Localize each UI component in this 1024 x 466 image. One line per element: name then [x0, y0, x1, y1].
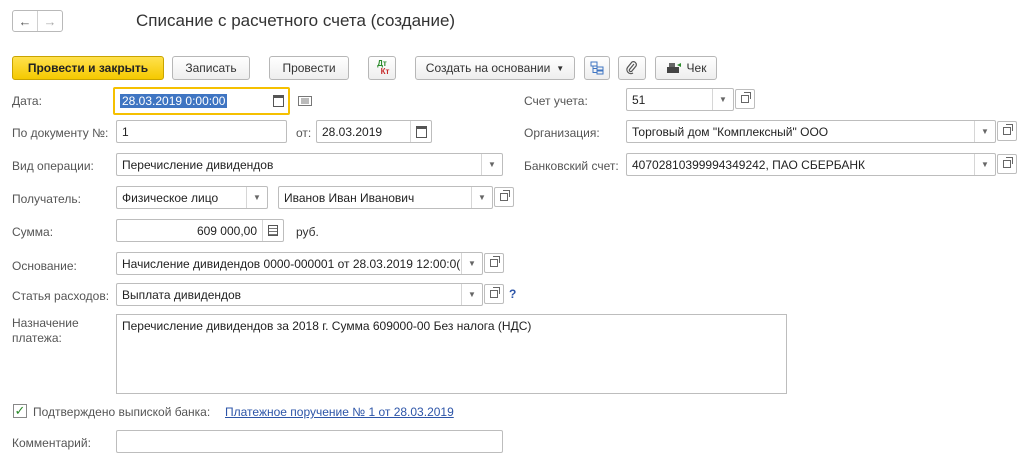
receipt-button[interactable]: Чек [655, 56, 717, 80]
structure-icon [590, 61, 604, 75]
arrow-right-icon: → [43, 13, 57, 29]
comment-label: Комментарий: [12, 436, 91, 450]
nav-buttons: ← → [12, 10, 63, 32]
open-window-icon [1003, 157, 1013, 168]
from-date-value: 28.03.2019 [322, 124, 383, 139]
list-icon [298, 96, 312, 106]
account-value: 51 [632, 92, 646, 107]
sum-label: Сумма: [12, 225, 54, 239]
basis-open-button[interactable] [484, 253, 504, 273]
open-window-icon [500, 190, 510, 201]
dropdown-arrow-icon: ▼ [556, 63, 565, 73]
bank-confirmed-checkbox[interactable]: ✓ [13, 404, 27, 418]
purpose-label-line1: Назначение [12, 316, 79, 330]
recipient-open-button[interactable] [494, 187, 514, 207]
chevron-down-icon[interactable]: ▼ [461, 253, 482, 274]
chevron-down-icon[interactable]: ▼ [974, 154, 995, 175]
create-based-on-button[interactable]: Создать на основании ▼ [415, 56, 575, 80]
chevron-down-icon[interactable]: ▼ [481, 154, 502, 175]
chevron-down-icon[interactable]: ▼ [461, 284, 482, 305]
purpose-label: Назначение платежа: [12, 316, 79, 346]
paperclip-icon [626, 61, 637, 75]
arrow-left-icon: ← [18, 13, 32, 29]
sum-calculator-button[interactable] [262, 220, 283, 241]
bank-account-label: Банковский счет: [524, 159, 619, 173]
recipient-type-select[interactable]: Физическое лицо ▼ [116, 186, 268, 209]
payment-order-link[interactable]: Платежное поручение № 1 от 28.03.2019 [225, 405, 454, 419]
back-button[interactable]: ← [13, 11, 37, 31]
bank-confirmed-label: Подтверждено выпиской банка: [33, 405, 211, 419]
recipient-name-select[interactable]: Иванов Иван Иванович ▼ [278, 186, 493, 209]
basis-value: Начисление дивидендов 0000-000001 от 28.… [122, 256, 461, 271]
operation-type-label: Вид операции: [12, 159, 94, 173]
page-title: Списание с расчетного счета (создание) [136, 11, 456, 30]
recipient-label: Получатель: [12, 192, 81, 206]
bank-account-select[interactable]: 40702810399994349242, ПАО СБЕРБАНК ▼ [626, 153, 996, 176]
calculator-icon [268, 225, 278, 236]
dt-kt-icon-bottom: Кт [380, 67, 390, 76]
receipt-label: Чек [686, 61, 707, 75]
bank-account-open-button[interactable] [997, 154, 1017, 174]
date-field[interactable]: 28.03.2019 0:00:00 [113, 87, 290, 115]
doc-number-field[interactable]: 1 [116, 120, 287, 143]
open-window-icon [1003, 124, 1013, 135]
chevron-down-icon[interactable]: ▼ [712, 89, 733, 110]
from-date-field[interactable]: 28.03.2019 [316, 120, 432, 143]
date-calendar-button[interactable] [268, 89, 288, 113]
document-history-button[interactable] [298, 95, 312, 106]
post-button[interactable]: Провести [269, 56, 349, 80]
dt-kt-button[interactable]: Дт Кт [368, 56, 396, 80]
account-label: Счет учета: [524, 94, 588, 108]
help-icon[interactable]: ? [509, 287, 516, 301]
open-window-icon [490, 287, 500, 298]
organization-value: Торговый дом "Комплексный" ООО [632, 124, 829, 139]
expense-item-label: Статья расходов: [12, 289, 110, 303]
account-open-button[interactable] [735, 89, 755, 109]
open-window-icon [490, 256, 500, 267]
cash-register-icon [666, 63, 681, 73]
calendar-icon [272, 95, 284, 107]
account-select[interactable]: 51 ▼ [626, 88, 734, 111]
attach-button[interactable] [618, 56, 646, 80]
sum-field[interactable]: 609 000,00 [116, 219, 284, 242]
expense-item-open-button[interactable] [484, 284, 504, 304]
operation-type-select[interactable]: Перечисление дивидендов ▼ [116, 153, 503, 176]
currency-label: руб. [296, 225, 319, 239]
checkmark-icon: ✓ [14, 403, 26, 418]
date-label: Дата: [12, 94, 42, 108]
create-based-on-label: Создать на основании [425, 61, 551, 75]
date-value: 28.03.2019 0:00:00 [120, 94, 228, 108]
organization-open-button[interactable] [997, 121, 1017, 141]
post-and-close-button[interactable]: Провести и закрыть [12, 56, 164, 80]
from-date-calendar-button[interactable] [410, 121, 431, 142]
operation-type-value: Перечисление дивидендов [122, 157, 274, 172]
forward-button[interactable]: → [37, 11, 62, 31]
write-button[interactable]: Записать [172, 56, 250, 80]
purpose-label-line2: платежа: [12, 331, 62, 345]
open-window-icon [741, 92, 751, 103]
calendar-icon [415, 125, 427, 138]
recipient-name-value: Иванов Иван Иванович [284, 190, 415, 205]
expense-item-value: Выплата дивидендов [122, 287, 242, 302]
bank-account-value: 40702810399994349242, ПАО СБЕРБАНК [632, 157, 865, 172]
organization-label: Организация: [524, 126, 600, 140]
comment-field[interactable] [116, 430, 503, 453]
doc-number-label: По документу №: [12, 126, 109, 140]
chevron-down-icon[interactable]: ▼ [471, 187, 492, 208]
expense-item-select[interactable]: Выплата дивидендов ▼ [116, 283, 483, 306]
chevron-down-icon[interactable]: ▼ [246, 187, 267, 208]
sum-value: 609 000,00 [196, 223, 257, 238]
basis-label: Основание: [12, 259, 77, 273]
payment-purpose-textarea[interactable]: Перечисление дивидендов за 2018 г. Сумма… [116, 314, 787, 394]
from-label: от: [296, 126, 312, 140]
chevron-down-icon[interactable]: ▼ [974, 121, 995, 142]
structure-button[interactable] [584, 56, 610, 80]
recipient-type-value: Физическое лицо [122, 190, 219, 205]
doc-number-value: 1 [122, 124, 129, 139]
basis-select[interactable]: Начисление дивидендов 0000-000001 от 28.… [116, 252, 483, 275]
organization-select[interactable]: Торговый дом "Комплексный" ООО ▼ [626, 120, 996, 143]
